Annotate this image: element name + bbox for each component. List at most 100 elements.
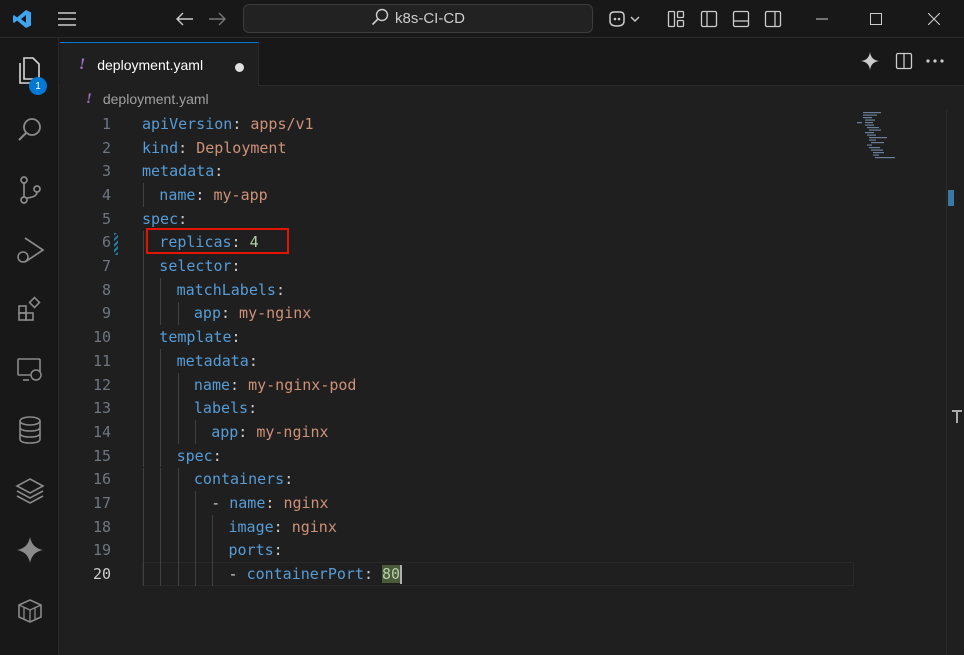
code-text: image: nginx [228,517,337,536]
yaml-value: 80 [382,564,401,583]
code-line[interactable]: 17 - name: nginx [59,491,859,515]
explorer-icon[interactable]: 1 [0,46,59,95]
toggle-secondary-sidebar-icon[interactable] [761,0,785,38]
code-line[interactable]: 2 kind: Deployment [59,136,859,160]
indent-guide [177,396,179,421]
indent-guide [177,514,179,539]
sparkle-icon[interactable] [859,50,881,72]
line-number: 4 [101,185,111,204]
source-control-icon[interactable] [0,166,59,214]
search-text: k8s-CI-CD [395,10,465,27]
containers-icon[interactable] [0,586,59,634]
search-icon[interactable] [0,106,59,154]
minimap[interactable] [855,110,905,170]
code-line[interactable]: 15 spec: [59,443,859,468]
toggle-primary-sidebar-icon[interactable] [697,0,721,38]
code-text: metadata: [142,162,224,181]
copilot-sparkle-icon[interactable] [0,526,59,574]
code-text: apiVersion: apps/v1 [142,114,314,133]
more-actions-icon[interactable] [924,50,946,72]
breadcrumb-label[interactable]: deployment.yaml [103,91,209,107]
scrollbar-track[interactable] [946,110,947,655]
scrollbar-thumb[interactable] [948,190,954,206]
panel-resize-handle[interactable] [952,410,962,424]
close-icon[interactable] [905,0,963,38]
indent-guide [160,467,162,492]
line-number: 9 [101,304,111,323]
toggle-panel-icon[interactable] [729,0,753,38]
indent-guide [160,301,162,326]
yaml-key: name [159,185,196,204]
code-line[interactable]: 5 spec: [59,207,859,231]
copilot-icon[interactable] [605,0,645,38]
indent-guide [143,372,144,397]
run-debug-icon[interactable] [0,226,59,274]
line-number: 18 [92,517,111,536]
code-line[interactable]: 12 name: my-nginx-pod [59,372,859,397]
code-line[interactable]: 19 ports: [59,538,859,563]
minimize-icon[interactable] [793,0,851,38]
split-editor-icon[interactable] [893,50,915,72]
indent-guide [177,538,179,563]
remote-explorer-icon[interactable] [0,346,59,394]
indent-guide [160,514,162,539]
tab-deployment-yaml[interactable]: ! deployment.yaml [60,42,259,86]
indent-guide [143,420,144,444]
database-icon[interactable] [0,406,59,454]
line-number: 15 [92,446,111,465]
customize-layout-icon[interactable] [664,0,688,38]
code-line[interactable]: 20 - containerPort: 80 [59,562,859,586]
yaml-file-icon: ! [79,55,86,73]
back-arrow-icon[interactable] [173,0,197,38]
code-line[interactable]: 14 app: my-nginx [59,420,859,444]
code-text: selector: [159,257,241,276]
layers-icon[interactable] [0,466,59,514]
code-text: matchLabels: [176,280,285,299]
code-line[interactable]: 13 labels: [59,396,859,421]
code-line[interactable]: 1 apiVersion: apps/v1 [59,112,859,136]
code-line[interactable]: 16 containers: [59,467,859,492]
code-line[interactable]: 10 template: [59,325,859,349]
indent-guide [160,372,162,397]
yaml-key: app [211,422,239,441]
forward-arrow-icon[interactable] [205,0,229,38]
line-number: 2 [101,138,111,157]
indent-guide [143,349,144,373]
maximize-icon[interactable] [847,0,905,38]
indent-guide [160,562,162,586]
breadcrumb[interactable]: ! deployment.yaml [86,89,209,109]
code-line[interactable]: 7 selector: [59,254,859,278]
code-line[interactable]: 8 matchLabels: [59,277,859,302]
code-line[interactable]: 18 image: nginx [59,514,859,539]
yaml-key: ports [228,541,274,560]
line-number: 6 [101,233,111,252]
command-center-search[interactable]: k8s-CI-CD [243,4,593,33]
code-text: spec: [176,446,222,465]
extensions-icon[interactable] [0,286,59,334]
explorer-badge: 1 [29,77,47,95]
tab-bar: ! deployment.yaml [59,38,964,86]
unsaved-dot-icon[interactable] [235,63,244,72]
code-line[interactable]: 11 metadata: [59,349,859,373]
menu-icon[interactable] [55,0,79,38]
code-text: ports: [228,541,283,560]
yaml-key: image [228,517,274,536]
code-text: template: [159,328,241,347]
yaml-key: template [159,328,232,347]
code-line[interactable]: 4 name: my-app [59,183,859,207]
code-editor[interactable]: 1 apiVersion: apps/v1 2 kind: Deployment 3 me… [59,110,964,655]
indent-guide [177,491,179,515]
indent-guide [194,538,196,563]
yaml-key: matchLabels [176,280,276,299]
code-text: - name: nginx [211,494,329,513]
code-line[interactable]: 3 metadata: [59,159,859,183]
indent-guide [143,562,144,586]
indent-guide [160,277,162,302]
line-number: 17 [92,494,111,513]
code-line[interactable]: 9 app: my-nginx [59,301,859,326]
indent-guide [160,538,162,563]
indent-guide [194,491,196,515]
text-cursor [400,564,403,584]
indent-guide [143,443,144,468]
indent-guide [143,514,144,539]
